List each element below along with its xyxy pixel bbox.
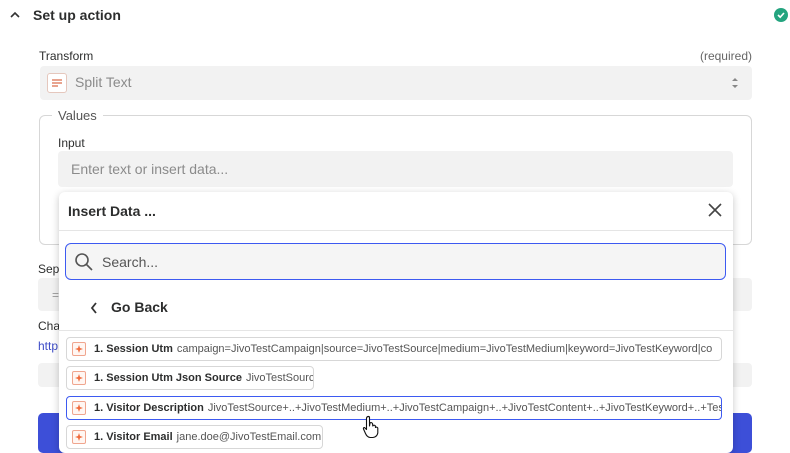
data-item-session-utm[interactable]: 1. Session Utm campaign=JivoTestCampaign|… xyxy=(66,337,722,361)
data-item-value: jane.doe@JivoTestEmail.com xyxy=(176,431,322,443)
separator-value: = xyxy=(52,288,60,302)
go-back-label: Go Back xyxy=(111,299,168,315)
check-circle-icon xyxy=(774,8,788,22)
data-item-value: JivoTestSource+..+JivoTestMedium+..+Jivo… xyxy=(207,402,722,414)
transform-label: Transform xyxy=(39,49,94,63)
chevron-left-icon xyxy=(90,302,97,314)
transform-select[interactable]: Split Text xyxy=(40,66,752,100)
input-label: Input xyxy=(58,136,85,150)
help-link[interactable]: http xyxy=(38,339,58,353)
input-field[interactable]: Enter text or insert data... xyxy=(58,151,733,187)
data-item-name: 1. Session Utm Json Source xyxy=(94,372,242,384)
data-item-value: campaign=JivoTestCampaign|source=JivoTes… xyxy=(176,343,713,355)
zapier-step-icon xyxy=(72,430,86,444)
data-item-visitor-email[interactable]: 1. Visitor Email jane.doe@JivoTestEmail.c… xyxy=(66,425,323,449)
zapier-step-icon xyxy=(72,371,86,385)
search-icon xyxy=(75,253,93,271)
popup-title: Insert Data ... xyxy=(68,203,156,219)
transform-value: Split Text xyxy=(75,74,132,90)
section-title: Set up action xyxy=(33,7,121,23)
divider xyxy=(59,330,733,331)
divider xyxy=(59,230,733,231)
close-icon[interactable] xyxy=(708,203,722,217)
values-legend: Values xyxy=(52,108,103,123)
input-placeholder: Enter text or insert data... xyxy=(71,161,229,177)
zapier-step-icon xyxy=(72,342,86,356)
required-label: (required) xyxy=(699,49,752,63)
data-item-name: 1. Visitor Email xyxy=(94,431,173,443)
search-input[interactable]: Search... xyxy=(65,243,726,280)
separator-label: Sep xyxy=(38,262,60,276)
data-item-name: 1. Session Utm xyxy=(94,343,173,355)
chevron-up-icon[interactable] xyxy=(8,8,22,22)
select-arrows-icon xyxy=(732,78,738,88)
characters-label: Cha xyxy=(38,319,61,333)
hand-pointer-icon xyxy=(362,415,379,439)
zapier-step-icon xyxy=(72,401,86,415)
section-header[interactable]: Set up action xyxy=(0,0,790,32)
formatter-app-icon xyxy=(47,73,67,93)
search-placeholder: Search... xyxy=(102,254,159,270)
data-item-name: 1. Visitor Description xyxy=(94,402,204,414)
data-item-value: JivoTestSource xyxy=(245,372,314,384)
data-item-session-utm-json-source[interactable]: 1. Session Utm Json Source JivoTestSource xyxy=(66,366,314,390)
data-item-visitor-description[interactable]: 1. Visitor Description JivoTestSource+..+… xyxy=(66,396,722,420)
insert-data-popup: Insert Data ... Search... Go Back 1. Ses… xyxy=(59,192,733,453)
